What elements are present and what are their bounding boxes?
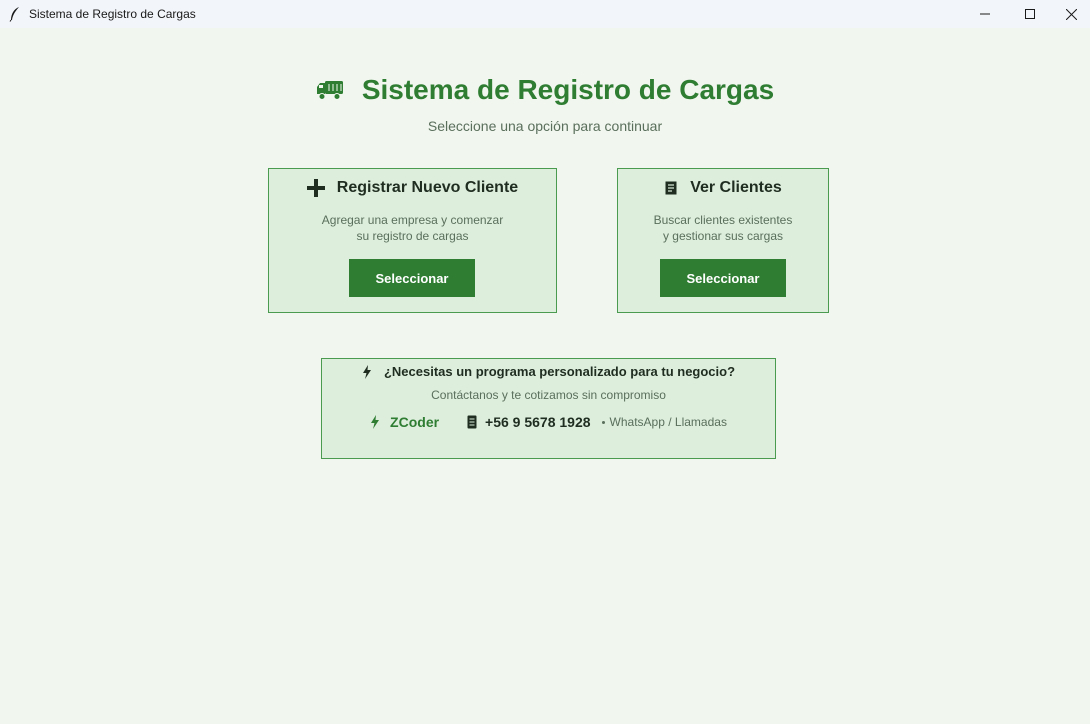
register-client-card: Registrar Nuevo Cliente Agregar una empr… [268,168,557,313]
view-card-desc-line2: y gestionar sus cargas [662,229,784,243]
register-card-title: Registrar Nuevo Cliente [336,179,519,196]
brand-link[interactable]: ZCoder [370,414,439,430]
window-title: Sistema de Registro de Cargas [29,7,196,21]
promo-title: ¿Necesitas un programa personalizado par… [383,364,736,379]
minimize-button[interactable] [962,0,1008,28]
brand-name: ZCoder [390,414,440,430]
phone-number: +56 9 5678 1928 [485,414,591,430]
contact-note-text: WhatsApp / Llamadas [609,415,727,429]
feather-icon [9,7,19,22]
promo-panel: ¿Necesitas un programa personalizado par… [321,358,776,459]
register-card-description: Agregar una empresa y comenzar su regist… [269,212,556,244]
phone-contact: +56 9 5678 1928 [467,414,591,430]
view-card-title: Ver Clientes [690,179,782,196]
view-card-header: Ver Clientes [618,179,828,197]
contact-note: WhatsApp / Llamadas [601,415,727,429]
window-titlebar: Sistema de Registro de Cargas [0,0,1090,28]
promo-subtitle: Contáctanos y te cotizamos sin compromis… [431,388,666,402]
maximize-icon [1025,9,1035,19]
plus-icon [306,179,325,197]
page-subtitle: Seleccione una opción para continuar [427,118,663,134]
register-card-desc-line2: su registro de cargas [356,229,469,243]
view-card-desc-line1: Buscar clientes existentes [653,213,793,227]
truck-icon [316,81,343,100]
close-button[interactable] [1053,0,1090,28]
view-card-description: Buscar clientes existentes y gestionar s… [618,212,828,244]
lightning-icon [371,415,380,429]
promo-header: ¿Necesitas un programa personalizado par… [322,364,775,379]
view-select-button[interactable]: Seleccionar [660,259,786,297]
maximize-button[interactable] [1007,0,1053,28]
document-icon [665,181,677,195]
page-title: Sistema de Registro de Cargas [361,74,775,105]
page-header: Sistema de Registro de Cargas [0,70,1090,110]
view-clients-card: Ver Clientes Buscar clientes existentes … [617,168,829,313]
close-icon [1066,8,1077,20]
lightning-icon [362,364,371,379]
phone-icon [467,415,477,429]
promo-contact-row: ZCoder +56 9 5678 1928 WhatsApp / Llamad… [322,414,775,430]
register-card-desc-line1: Agregar una empresa y comenzar [321,213,504,227]
minimize-icon [980,13,990,15]
bullet-dot [601,420,605,424]
register-select-button[interactable]: Seleccionar [349,259,475,297]
register-card-header: Registrar Nuevo Cliente [269,179,556,197]
